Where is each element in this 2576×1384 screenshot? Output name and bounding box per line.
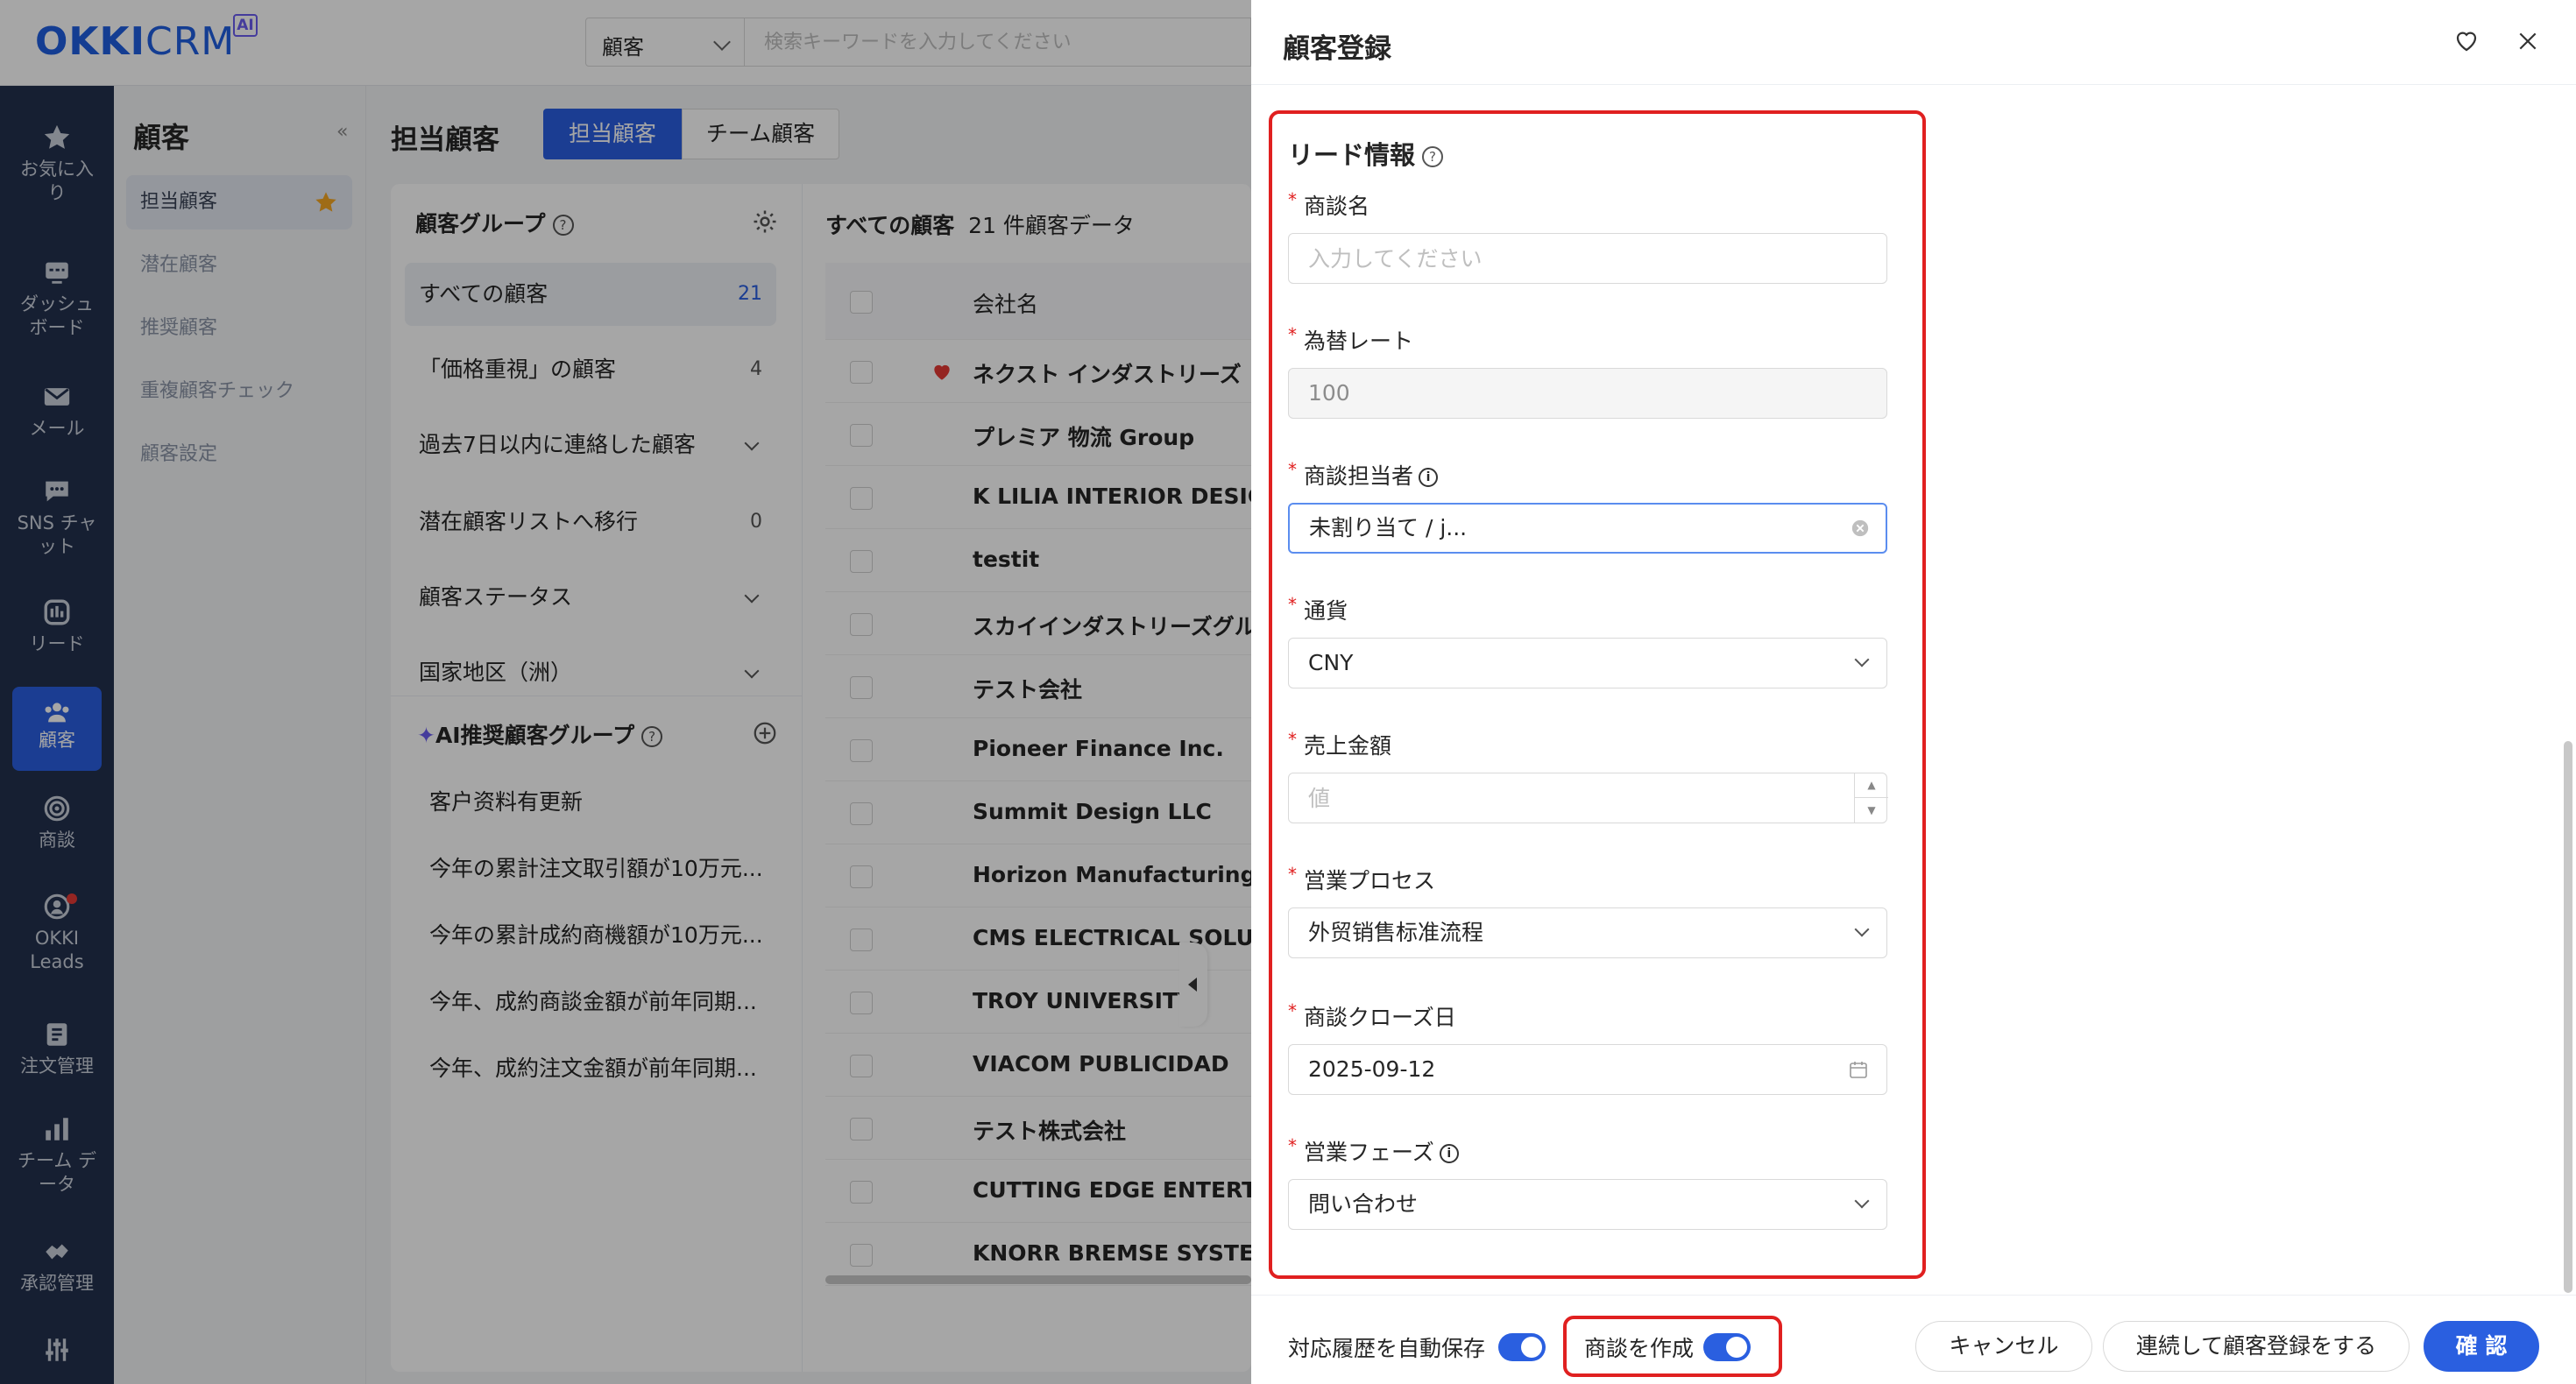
chevron-down-icon [1854, 921, 1870, 937]
customer-register-drawer: 顧客登録 リード情報? *商談名 *為替レート 100 *商談担当者i 未割り当… [1251, 0, 2576, 1384]
autosave-toggle[interactable] [1498, 1333, 1546, 1361]
sales-amount-stepper: ▲ ▼ [1288, 773, 1888, 823]
help-icon[interactable]: ? [1422, 146, 1444, 167]
currency-select[interactable]: CNY [1288, 638, 1887, 688]
increment-icon[interactable]: ▲ [1855, 773, 1888, 798]
create-deal-toggle[interactable] [1703, 1333, 1751, 1361]
autosave-label: 対応履歴を自動保存 [1288, 1336, 1486, 1361]
section-title-lead-info: リード情報? [1288, 135, 1444, 172]
stepper-controls: ▲ ▼ [1854, 773, 1888, 823]
exchange-rate-field: 100 [1288, 368, 1887, 419]
close-icon[interactable] [2516, 30, 2539, 53]
close-date-picker[interactable]: 2025-09-12 [1288, 1044, 1887, 1095]
label-close-date: * 商談クローズ日 [1288, 1000, 1456, 1030]
continue-register-button[interactable]: 連続して顧客登録をする [2103, 1321, 2410, 1372]
sales-amount-input[interactable] [1288, 773, 1887, 823]
cancel-button[interactable]: キャンセル [1915, 1321, 2092, 1372]
create-deal-label: 商談を作成 [1584, 1336, 1695, 1361]
deal-owner-select[interactable]: 未割り当て / j... [1288, 503, 1887, 554]
label-sales-amount: * 売上金額 [1288, 729, 1392, 759]
sales-stage-value: 問い合わせ [1308, 1191, 1419, 1217]
chevron-down-icon [1854, 652, 1870, 667]
decrement-icon[interactable]: ▼ [1855, 798, 1888, 823]
info-icon[interactable]: i [1419, 468, 1439, 487]
deal-owner-value: 未割り当て / j... [1309, 515, 1468, 540]
drawer-header-divider [1251, 84, 2576, 85]
info-icon[interactable]: i [1439, 1144, 1459, 1163]
label-currency: * 通貨 [1288, 594, 1348, 624]
clear-icon[interactable] [1851, 519, 1870, 538]
heart-outline-icon[interactable] [2453, 28, 2480, 54]
label-sales-process: * 営業プロセス [1288, 864, 1436, 893]
sales-process-value: 外贸销售标准流程 [1308, 920, 1484, 945]
currency-value: CNY [1308, 650, 1354, 675]
drawer-footer-divider [1251, 1295, 2576, 1296]
sales-stage-select[interactable]: 問い合わせ [1288, 1179, 1887, 1230]
calendar-icon [1850, 1062, 1867, 1078]
app-root: OKKICRM AI 顧客 お気に入り ダッシュボード メール SNS チャット… [0, 0, 2576, 1384]
label-deal-owner: * 商談担当者 i [1288, 459, 1439, 491]
drawer-scrollbar[interactable] [2564, 741, 2572, 1293]
chevron-down-icon [1854, 1193, 1870, 1209]
highlight-box-lead-info [1269, 110, 1926, 1279]
label-sales-stage: * 営業フェーズ i [1288, 1135, 1459, 1167]
confirm-button[interactable]: 確 認 [2424, 1321, 2539, 1372]
deal-name-input[interactable] [1288, 233, 1887, 284]
label-deal-name: * 商談名 [1288, 189, 1370, 219]
drawer-title: 顧客登録 [1283, 33, 1391, 65]
sales-process-select[interactable]: 外贸销售标准流程 [1288, 907, 1887, 958]
close-date-value: 2025-09-12 [1308, 1056, 1436, 1082]
label-exchange-rate: * 為替レート [1288, 324, 1414, 354]
modal-overlay[interactable] [0, 0, 1251, 1384]
